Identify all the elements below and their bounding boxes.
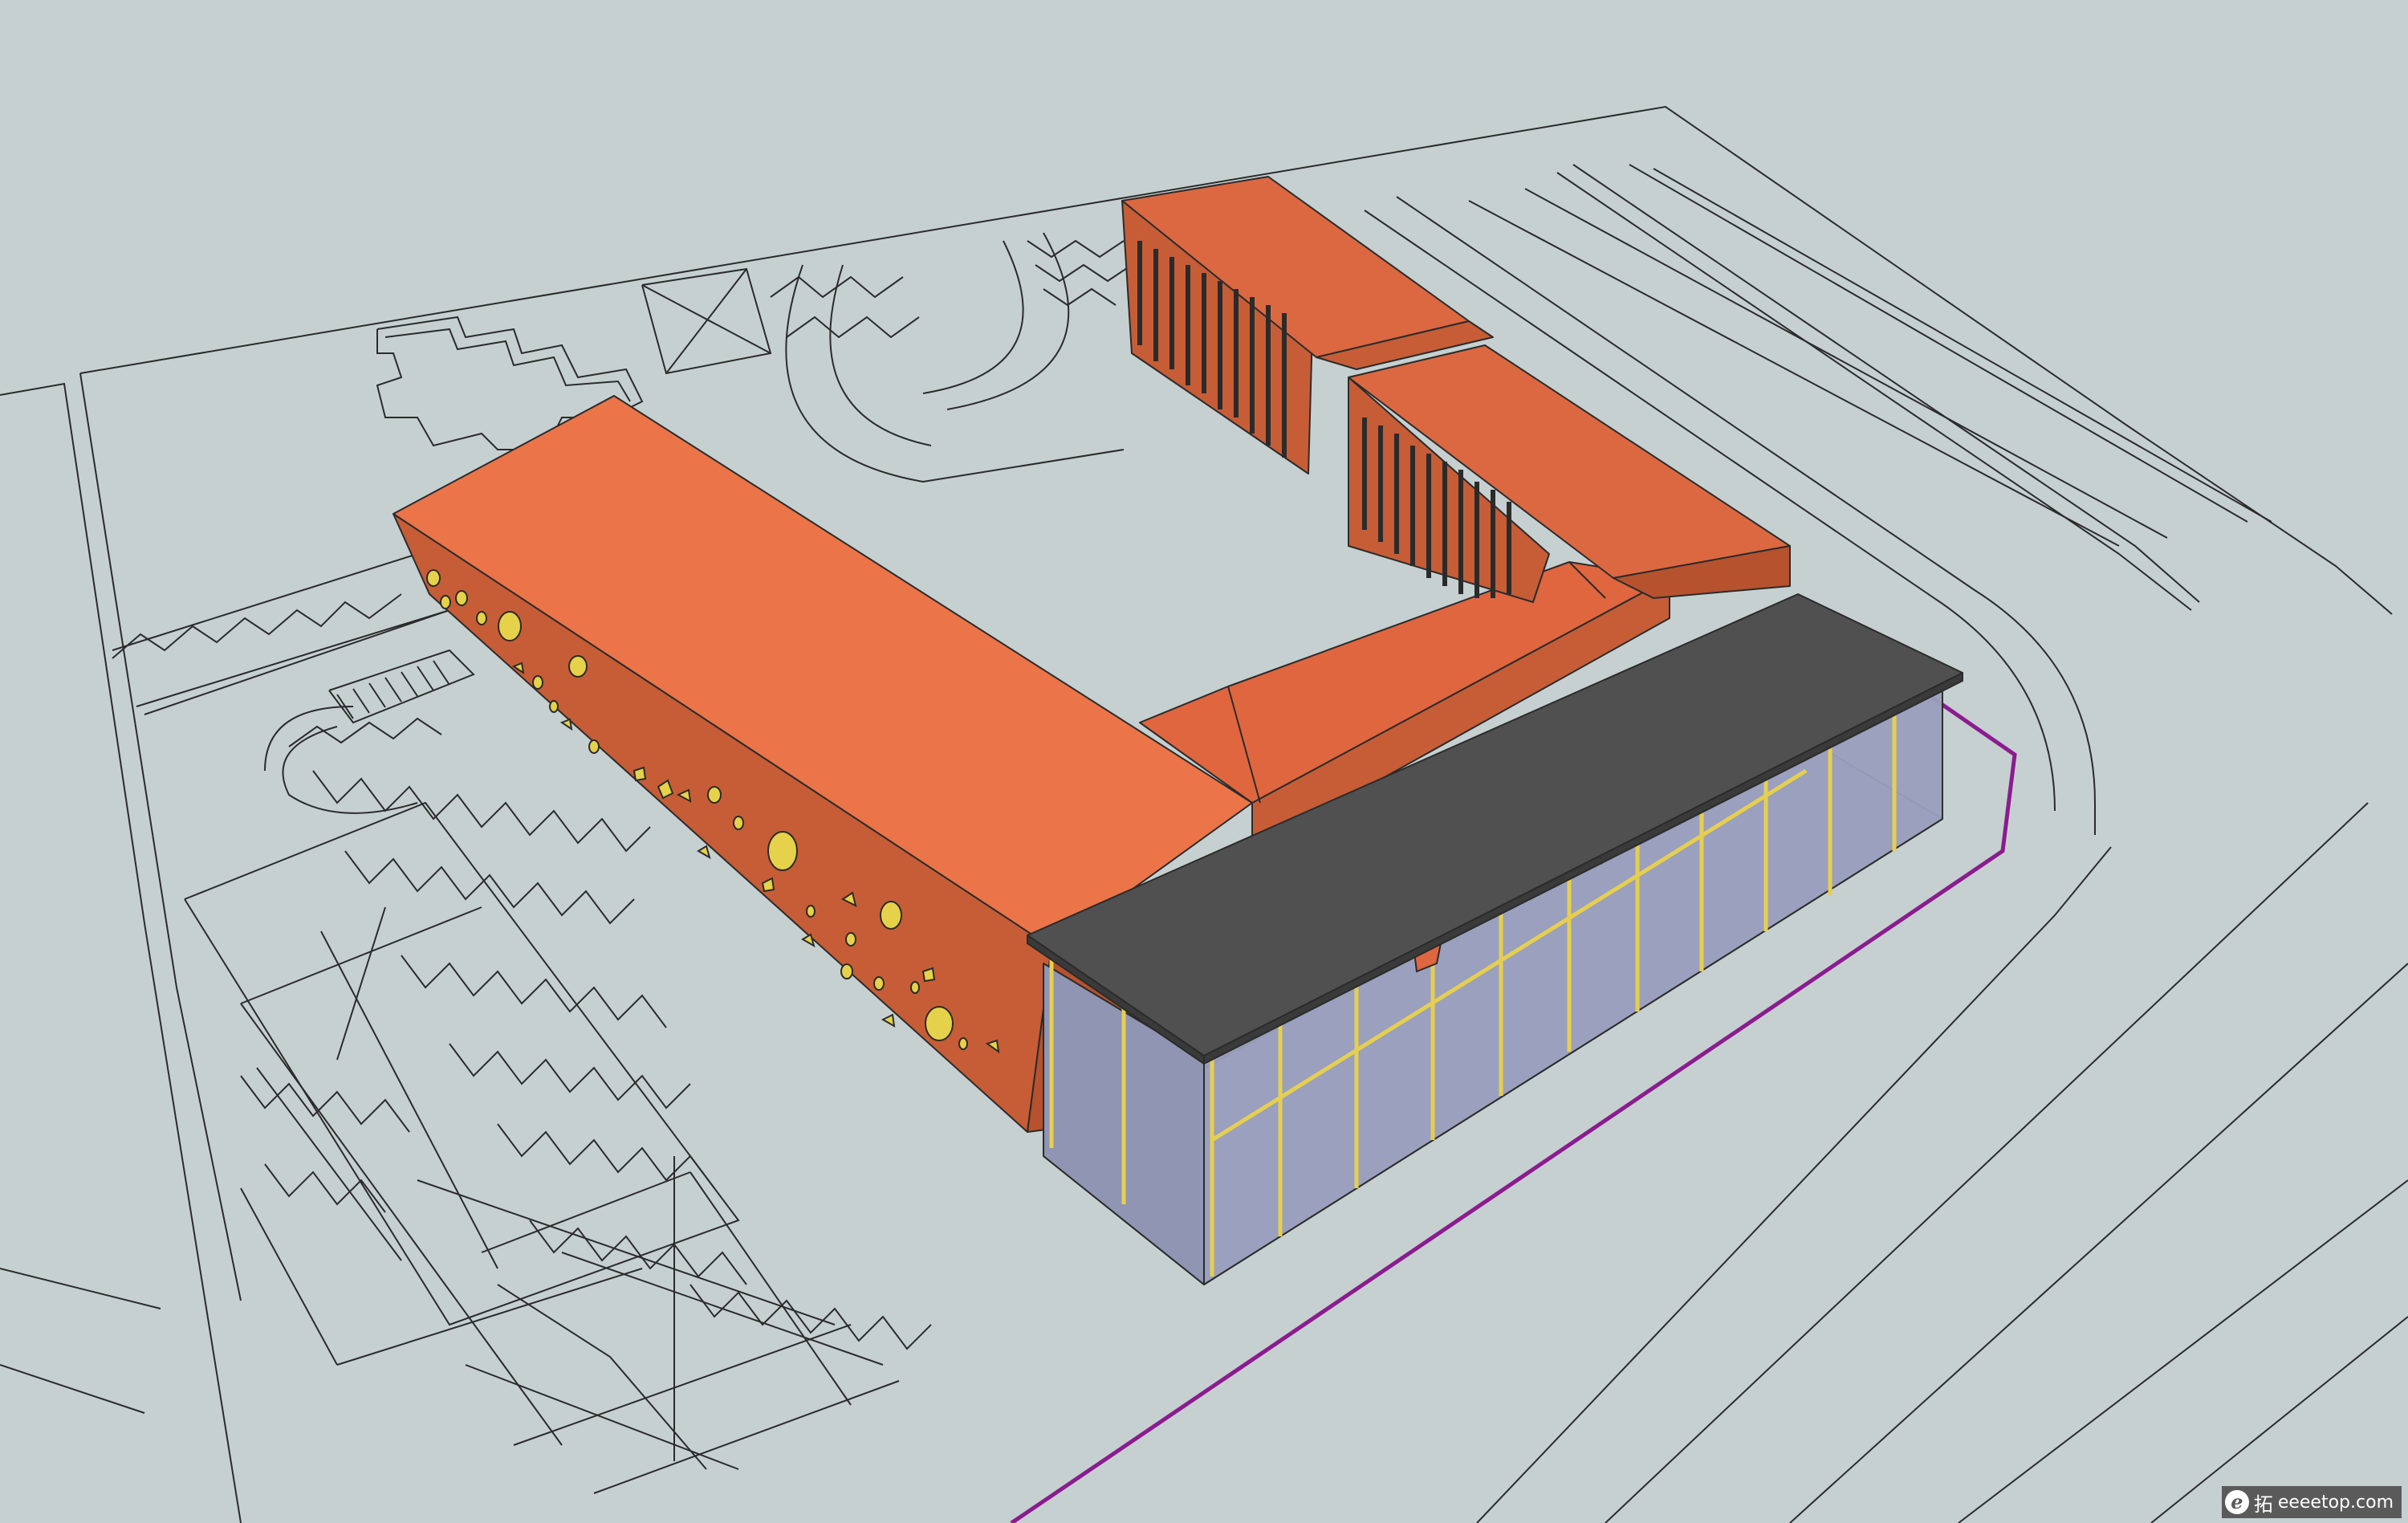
watermark-badge: e 拓 eeeetop.com bbox=[2221, 1486, 2402, 1518]
architecture-model-canvas bbox=[0, 105, 2408, 1523]
watermark-logo-icon: e bbox=[2224, 1490, 2249, 1514]
watermark-han: 拓 bbox=[2253, 1492, 2273, 1516]
watermark-site: eeeetop.com bbox=[2277, 1492, 2394, 1513]
